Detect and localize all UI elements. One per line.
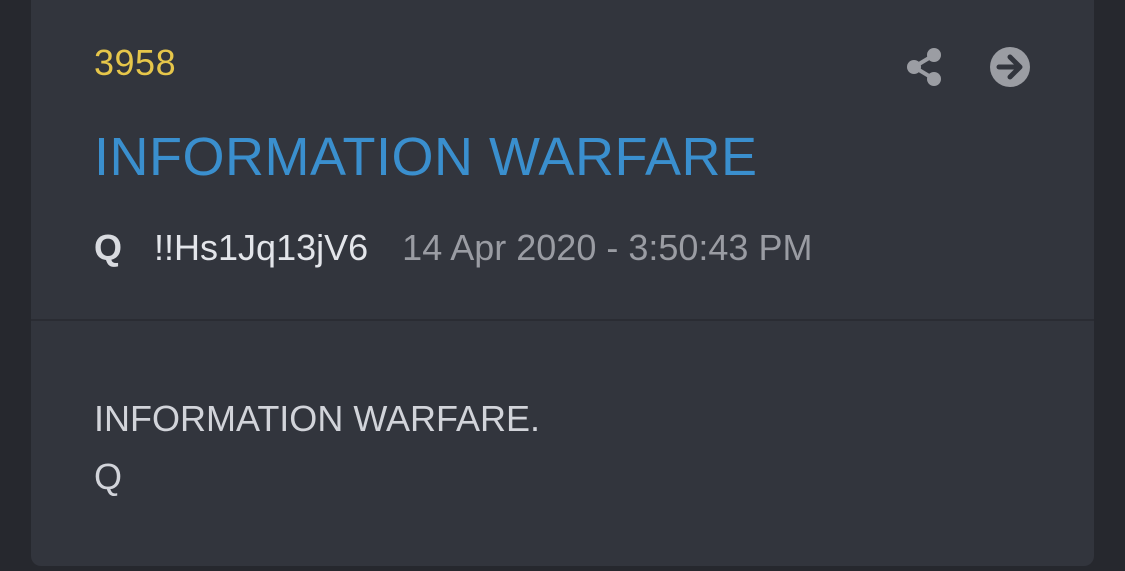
author-name: Q — [94, 227, 123, 268]
post-body-line: Q — [94, 455, 123, 497]
open-post-button[interactable] — [988, 45, 1032, 89]
post-body: INFORMATION WARFARE. Q — [94, 390, 540, 505]
share-button[interactable] — [902, 45, 946, 89]
post-timestamp: 14 Apr 2020 - 3:50:43 PM — [402, 227, 813, 268]
post-number[interactable]: 3958 — [94, 45, 176, 81]
arrow-right-circle-icon — [990, 47, 1030, 87]
page: 3958 INFORMATION WARFARE Q !!Hs1Jq13jV6 … — [0, 0, 1125, 571]
author-tripcode: !!Hs1Jq13jV6 — [154, 227, 369, 268]
share-icon — [907, 48, 941, 86]
post-body-line: INFORMATION WARFARE. — [94, 398, 540, 439]
post-card: 3958 INFORMATION WARFARE Q !!Hs1Jq13jV6 … — [31, 0, 1094, 566]
post-meta: Q !!Hs1Jq13jV6 14 Apr 2020 - 3:50:43 PM — [94, 230, 812, 266]
post-header: 3958 INFORMATION WARFARE Q !!Hs1Jq13jV6 … — [31, 0, 1094, 321]
post-title[interactable]: INFORMATION WARFARE — [94, 130, 758, 184]
